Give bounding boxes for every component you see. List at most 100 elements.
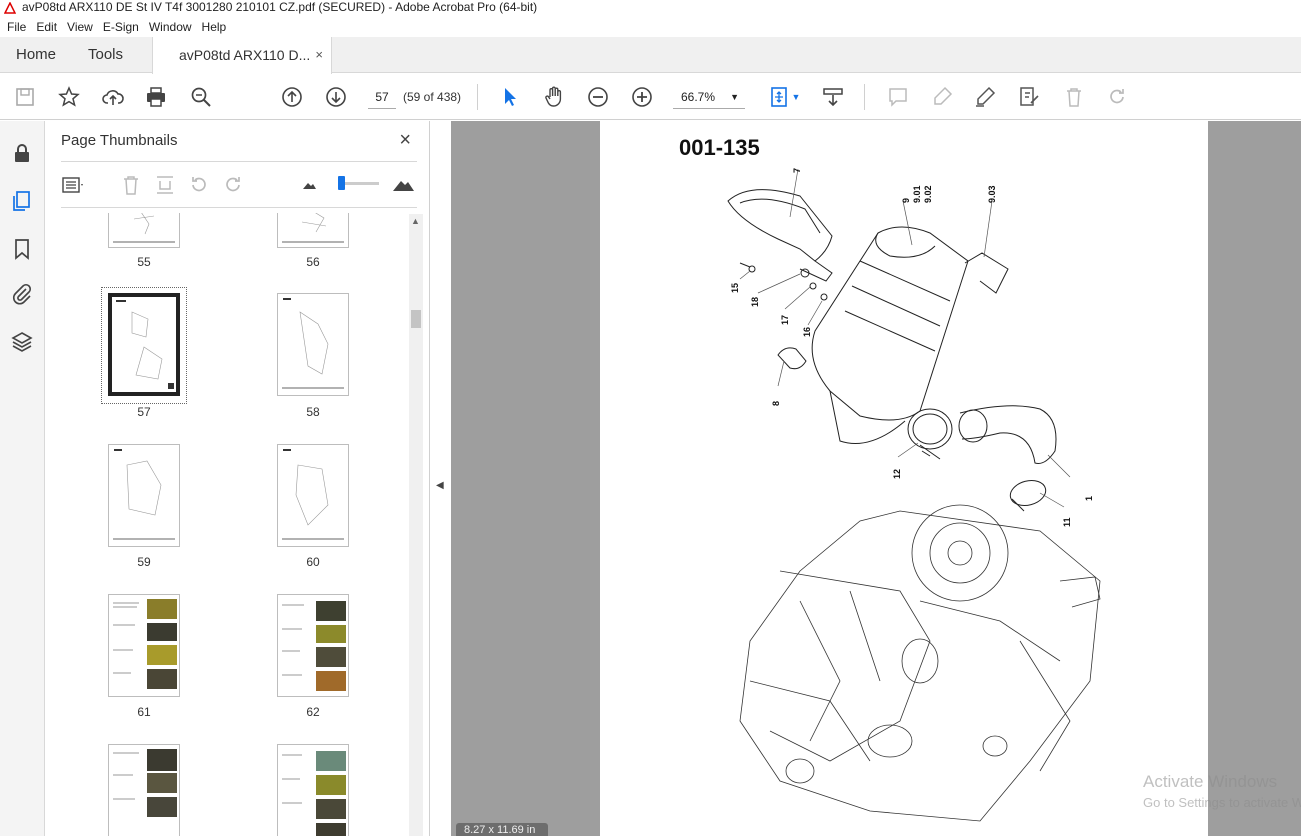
trash-icon bbox=[1067, 88, 1081, 107]
page-count-label: (59 of 438) bbox=[403, 90, 462, 104]
thumbnail-page-64[interactable] bbox=[277, 744, 349, 836]
large-thumbnail-icon[interactable] bbox=[391, 173, 415, 197]
layers-icon[interactable] bbox=[10, 330, 34, 354]
lock-icon[interactable] bbox=[10, 141, 34, 165]
panel-title: Page Thumbnails bbox=[61, 132, 178, 149]
thumbnail-label: 60 bbox=[306, 555, 320, 569]
thumbnail-toolbar bbox=[61, 171, 421, 201]
collapse-panel-arrow-icon[interactable]: ◀ bbox=[436, 480, 444, 491]
minus-circle-icon bbox=[588, 87, 608, 107]
print-button[interactable] bbox=[143, 84, 169, 110]
fit-page-icon bbox=[770, 87, 787, 107]
callout-label: 9.02 bbox=[923, 185, 933, 203]
printer-icon bbox=[147, 87, 165, 107]
attachment-paperclip-icon[interactable] bbox=[10, 282, 34, 306]
draw-button[interactable] bbox=[972, 84, 998, 110]
pdf-page: 001-135 7 9 9.01 9.02 9.03 15 18 17 16 8… bbox=[600, 121, 1208, 836]
divider bbox=[61, 161, 417, 162]
exploded-parts-drawing: 7 9 9.01 9.02 9.03 15 18 17 16 8 12 1 11 bbox=[727, 168, 1101, 822]
air-filter-assembly bbox=[727, 189, 1057, 512]
redo-button[interactable] bbox=[1104, 84, 1130, 110]
scrollbar-thumb[interactable] bbox=[411, 310, 421, 328]
thumbnail-page-63[interactable] bbox=[108, 744, 180, 836]
chevron-down-icon: ▼ bbox=[791, 92, 801, 102]
previous-page-button[interactable] bbox=[279, 84, 305, 110]
rotate-left-icon[interactable] bbox=[187, 173, 211, 197]
find-button[interactable] bbox=[188, 84, 214, 110]
callout-labels: 7 9 9.01 9.02 9.03 15 18 17 16 8 12 1 11 bbox=[730, 168, 1094, 527]
callout-label: 15 bbox=[730, 283, 740, 293]
bookmark-star-button[interactable] bbox=[56, 84, 82, 110]
thumbnail-label: 59 bbox=[137, 555, 151, 569]
tab-home[interactable]: Home bbox=[16, 37, 56, 73]
thumbnail-drawing bbox=[116, 300, 174, 389]
options-menu-icon[interactable] bbox=[61, 173, 85, 197]
thumbnail-page-59[interactable] bbox=[108, 444, 180, 547]
star-icon bbox=[58, 86, 80, 107]
edit-pdf-button[interactable] bbox=[1016, 84, 1042, 110]
tab-document-label: avP08td ARX110 D... bbox=[179, 47, 311, 63]
thumbnail-page-58[interactable] bbox=[277, 293, 349, 396]
menu-file[interactable]: File bbox=[4, 20, 33, 34]
thumbnail-page-56[interactable] bbox=[277, 213, 349, 248]
tab-close-icon[interactable]: × bbox=[315, 37, 323, 73]
activate-windows-title: Activate Windows bbox=[1143, 772, 1278, 791]
delete-button[interactable] bbox=[1061, 84, 1087, 110]
page-display-button[interactable]: ▼ bbox=[764, 84, 804, 110]
thumbnail-drawing bbox=[113, 449, 175, 540]
zoom-level-select[interactable]: 66.7% ▼ bbox=[673, 85, 745, 109]
upload-cloud-button[interactable] bbox=[100, 84, 126, 110]
highlighter-icon bbox=[934, 86, 953, 105]
bookmark-icon[interactable] bbox=[10, 237, 34, 261]
thumbnail-drawing bbox=[113, 749, 177, 817]
thumbnail-drawing bbox=[282, 449, 344, 540]
menu-window[interactable]: Window bbox=[146, 20, 199, 34]
comment-button[interactable] bbox=[885, 84, 911, 110]
thumbnail-page-62[interactable] bbox=[277, 594, 349, 697]
menu-esign[interactable]: E-Sign bbox=[100, 20, 146, 34]
thumbnail-page-57[interactable] bbox=[108, 293, 180, 396]
toolbar-separator bbox=[477, 84, 478, 110]
callout-label: 12 bbox=[892, 469, 902, 479]
save-button[interactable] bbox=[12, 84, 38, 110]
page-number-input[interactable]: 57 bbox=[368, 85, 396, 109]
cloud-upload-icon bbox=[102, 90, 124, 105]
small-thumbnail-icon[interactable] bbox=[297, 173, 321, 197]
scrolling-mode-button[interactable] bbox=[820, 84, 846, 110]
redo-icon bbox=[1110, 89, 1124, 104]
thumbnail-drawing bbox=[113, 599, 177, 689]
next-page-button[interactable] bbox=[323, 84, 349, 110]
scroll-mode-icon bbox=[823, 88, 843, 107]
thumbnail-label: 62 bbox=[306, 705, 320, 719]
thumbnail-drawing bbox=[113, 213, 175, 243]
panel-close-icon[interactable]: × bbox=[399, 129, 411, 152]
slider-handle[interactable] bbox=[338, 176, 345, 190]
thumbnail-scrollbar[interactable]: ▲ bbox=[409, 214, 423, 836]
delete-page-icon[interactable] bbox=[119, 173, 143, 197]
thumbnail-size-slider[interactable] bbox=[338, 176, 379, 190]
thumbnail-page-55[interactable] bbox=[108, 213, 180, 248]
cursor-arrow-icon bbox=[505, 88, 516, 106]
menu-help[interactable]: Help bbox=[199, 20, 234, 34]
zoom-out-button[interactable] bbox=[585, 84, 611, 110]
scroll-up-arrow-icon[interactable]: ▲ bbox=[411, 216, 420, 226]
callout-label: 16 bbox=[802, 327, 812, 337]
callout-label: 9 bbox=[901, 198, 911, 203]
callout-label: 8 bbox=[771, 401, 781, 406]
menu-edit[interactable]: Edit bbox=[33, 20, 64, 34]
select-tool-button[interactable] bbox=[497, 84, 523, 110]
toolbar-separator bbox=[864, 84, 865, 110]
highlight-button[interactable] bbox=[929, 84, 955, 110]
menu-view[interactable]: View bbox=[64, 20, 100, 34]
page-thumbnails-icon[interactable] bbox=[10, 189, 34, 213]
tab-tools[interactable]: Tools bbox=[88, 37, 123, 73]
rotate-right-icon[interactable] bbox=[221, 173, 245, 197]
thumbnail-page-61[interactable] bbox=[108, 594, 180, 697]
tab-document[interactable]: avP08td ARX110 D... × bbox=[152, 37, 332, 74]
callout-label: 9.01 bbox=[912, 185, 922, 203]
callout-label: 1 bbox=[1084, 496, 1094, 501]
hand-tool-button[interactable] bbox=[541, 84, 567, 110]
extract-page-icon[interactable] bbox=[153, 173, 177, 197]
thumbnail-page-60[interactable] bbox=[277, 444, 349, 547]
zoom-in-button[interactable] bbox=[629, 84, 655, 110]
